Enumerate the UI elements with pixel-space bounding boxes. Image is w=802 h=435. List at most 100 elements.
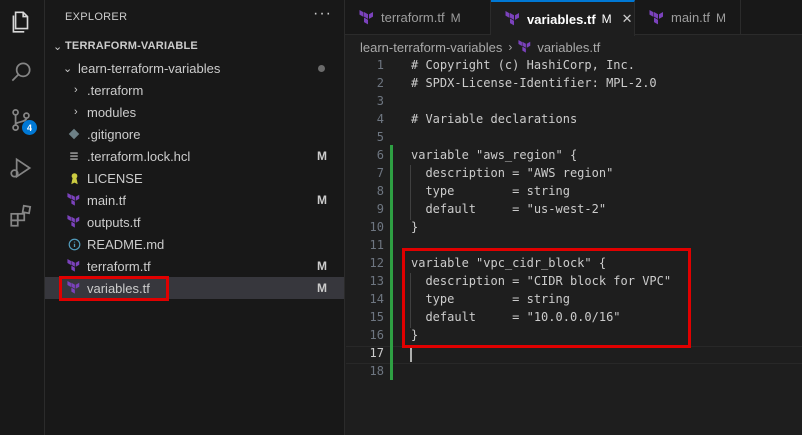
line-number: 9 [376, 202, 384, 216]
file-item[interactable]: main.tf M [45, 189, 344, 211]
editor-tabs: terraform.tf M variables.tf M ✕ main.tf … [345, 0, 802, 36]
line-number: 12 [369, 256, 384, 270]
info-icon [66, 236, 82, 252]
file-label: main.tf [87, 192, 127, 208]
file-item[interactable]: › modules [45, 101, 344, 123]
extensions-icon[interactable] [7, 202, 35, 230]
line-number: 18 [369, 364, 384, 378]
code-line: 9 default = "us-west-2" [345, 200, 802, 218]
tab-label: terraform.tf [381, 10, 445, 25]
line-number: 1 [376, 58, 384, 72]
file-label: .gitignore [87, 126, 141, 142]
file-item[interactable]: terraform.tf M [45, 255, 344, 277]
file-item[interactable]: .gitignore [45, 123, 344, 145]
line-number: 3 [376, 94, 384, 108]
search-icon[interactable] [7, 58, 35, 86]
file-label: terraform.tf [87, 258, 151, 274]
file-label: .terraform [87, 82, 144, 98]
tab-label: variables.tf [527, 11, 596, 27]
file-item[interactable]: outputs.tf [45, 211, 344, 233]
explorer-icon[interactable] [7, 8, 35, 36]
tab-main-tf[interactable]: main.tf M [635, 0, 741, 35]
line-number: 16 [369, 328, 384, 342]
terraform-icon [359, 9, 373, 24]
code-line: 5 [345, 128, 802, 146]
file-label: LICENSE [87, 170, 143, 186]
breadcrumb: learn-terraform-variables › variables.tf [360, 38, 600, 56]
tab-modified: M [716, 10, 727, 25]
tab-terraform-tf[interactable]: terraform.tf M [345, 0, 491, 35]
tab-label: main.tf [671, 10, 711, 25]
close-icon[interactable]: ✕ [622, 11, 633, 27]
tab-variables-tf[interactable]: variables.tf M ✕ [491, 0, 635, 36]
line-number: 7 [376, 166, 384, 180]
more-actions-icon[interactable]: ··· [313, 5, 332, 23]
chevron-right-icon: › [74, 84, 78, 96]
modified-badge: M [317, 149, 327, 163]
line-number: 8 [376, 184, 384, 198]
code-line: 8 type = string [345, 182, 802, 200]
line-number: 14 [369, 292, 384, 306]
terraform-icon [518, 40, 531, 53]
lockfile-icon [66, 148, 82, 164]
line-text: type = string [411, 184, 570, 198]
line-text: variable "aws_region" { [411, 148, 578, 162]
folder-learn-terraform-variables[interactable]: ⌄ learn-terraform-variables [45, 57, 344, 79]
line-number: 11 [369, 238, 384, 252]
line-text: default = "us-west-2" [411, 202, 607, 216]
breadcrumb-file[interactable]: variables.tf [537, 40, 600, 55]
file-item[interactable]: LICENSE [45, 167, 344, 189]
line-text: # SPDX-License-Identifier: MPL-2.0 [411, 76, 657, 90]
tab-modified: M [601, 12, 612, 26]
chevron-down-icon: ⌄ [53, 40, 63, 53]
breadcrumb-folder[interactable]: learn-terraform-variables [360, 40, 502, 55]
code-line: 10} [345, 218, 802, 236]
line-number: 13 [369, 274, 384, 288]
chevron-down-icon: ⌄ [63, 62, 73, 75]
license-icon [66, 170, 82, 186]
line-text: # Copyright (c) HashiCorp, Inc. [411, 58, 635, 72]
modified-badge: M [317, 281, 327, 295]
line-number: 2 [376, 76, 384, 90]
terraform-icon [66, 258, 82, 274]
breadcrumb-separator: › [508, 40, 513, 54]
code-editor[interactable]: 1 # Copyright (c) HashiCorp, Inc. 2 # SPDX-… [345, 56, 802, 435]
text-caret [410, 347, 412, 362]
explorer-title: EXPLORER [65, 11, 128, 23]
workspace-root[interactable]: ⌄ TERRAFORM-VARIABLE [45, 35, 344, 57]
modified-badge: M [317, 193, 327, 207]
terraform-icon [66, 192, 82, 208]
file-item[interactable]: › .terraform [45, 79, 344, 101]
line-number: 10 [369, 220, 384, 234]
highlight-box-vpc-variable [402, 248, 691, 348]
explorer-panel: EXPLORER ··· ⌄ TERRAFORM-VARIABLE ⌄ lear… [45, 0, 345, 435]
file-label: outputs.tf [87, 214, 141, 230]
tab-modified: M [450, 10, 461, 25]
git-added-gutter [390, 145, 393, 380]
file-item[interactable]: .terraform.lock.hcl M [45, 145, 344, 167]
code-line: 1 # Copyright (c) HashiCorp, Inc. [345, 56, 802, 74]
line-number: 5 [376, 130, 384, 144]
chevron-right-icon: › [74, 106, 78, 118]
line-text: description = "AWS region" [411, 166, 614, 180]
line-number: 4 [376, 112, 384, 126]
line-text: } [411, 220, 419, 234]
git-icon [66, 126, 82, 142]
line-number: 17 [369, 346, 384, 360]
run-debug-icon[interactable] [7, 154, 35, 182]
file-label: modules [87, 104, 137, 120]
terraform-icon [66, 214, 82, 230]
highlight-box-variables-file [59, 276, 169, 301]
indent-guide [410, 165, 411, 220]
line-number: 6 [376, 148, 384, 162]
code-line: 7 description = "AWS region" [345, 164, 802, 182]
modified-dot [318, 64, 325, 72]
modified-badge: M [317, 259, 327, 273]
line-text: # Variable declarations [411, 112, 578, 126]
folder-label: learn-terraform-variables [78, 60, 221, 76]
code-line: 3 [345, 92, 802, 110]
file-item[interactable]: README.md [45, 233, 344, 255]
code-line: 6 variable "aws_region" { [345, 146, 802, 164]
scm-badge: 4 [22, 120, 37, 135]
file-label: README.md [87, 236, 165, 252]
